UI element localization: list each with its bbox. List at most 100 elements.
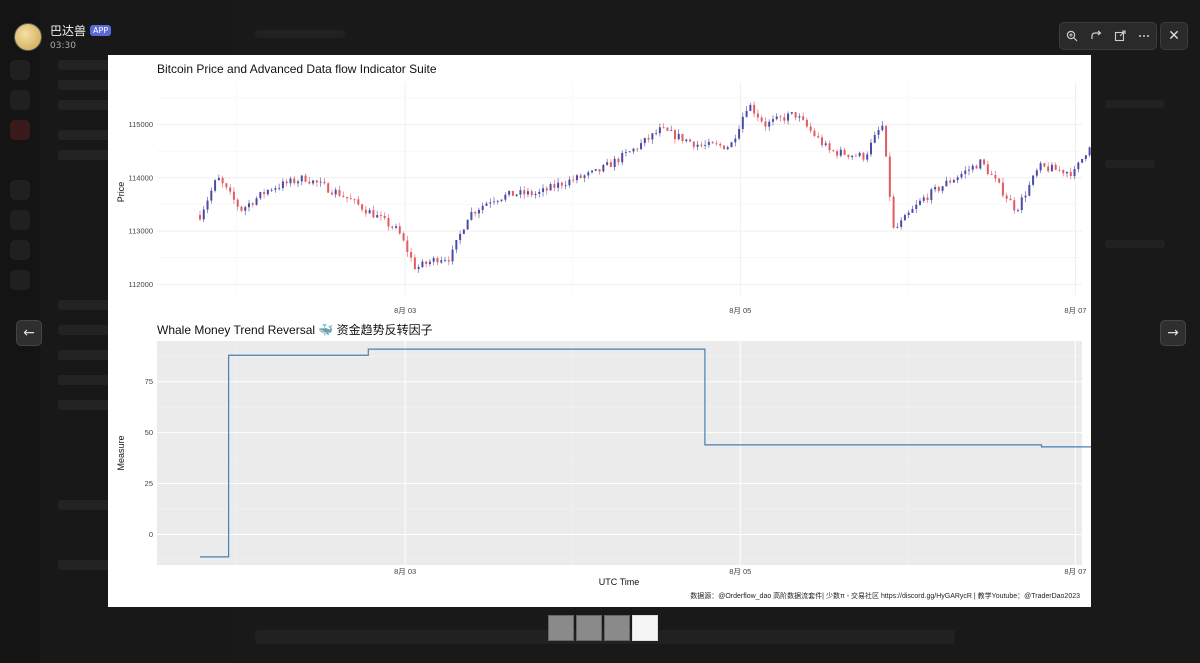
price-candle xyxy=(591,170,594,173)
price-candle xyxy=(278,187,281,189)
price-candle xyxy=(756,113,759,118)
price-candle xyxy=(738,129,741,139)
price-candle xyxy=(1035,170,1038,176)
price-candle xyxy=(711,141,714,144)
price-candle xyxy=(715,143,718,145)
price-candle xyxy=(794,112,797,118)
price-candle xyxy=(647,137,650,140)
price-candle xyxy=(511,190,514,196)
price-candle xyxy=(327,183,330,193)
price-candle xyxy=(304,175,307,182)
price-candle xyxy=(745,110,748,117)
price-candle xyxy=(323,181,326,184)
price-candle xyxy=(229,187,232,192)
price-candle xyxy=(334,189,337,195)
price-candle xyxy=(436,257,439,263)
avatar[interactable] xyxy=(14,22,42,51)
thumbnail-1[interactable] xyxy=(548,615,574,641)
price-candle xyxy=(994,175,997,179)
price-candle xyxy=(210,190,213,201)
price-candle xyxy=(349,198,352,200)
price-candle xyxy=(707,141,710,145)
price-x-ticks: 8月 03 8月 05 8月 07 xyxy=(394,306,1086,315)
price-candle xyxy=(858,152,861,157)
price-candle xyxy=(364,209,367,214)
price-candle xyxy=(903,215,906,221)
price-candle xyxy=(704,144,707,146)
price-candle xyxy=(843,149,846,155)
price-candle xyxy=(560,182,563,186)
price-candle xyxy=(462,229,465,234)
price-candle xyxy=(425,261,428,265)
price-candle xyxy=(451,249,454,262)
price-candle xyxy=(481,205,484,210)
thumbnail-2[interactable] xyxy=(576,615,602,641)
price-candle xyxy=(470,212,473,220)
price-y-tick: 113000 xyxy=(129,227,153,236)
price-candles xyxy=(199,101,1091,273)
price-candle xyxy=(575,175,578,181)
sent-time: 03:30 xyxy=(50,41,76,51)
price-candle xyxy=(930,189,933,201)
rotate-icon[interactable] xyxy=(1086,26,1106,46)
zoom-in-icon[interactable] xyxy=(1062,26,1082,46)
price-candle xyxy=(964,170,967,174)
price-candle xyxy=(564,185,567,187)
price-candle xyxy=(809,126,812,131)
price-candle xyxy=(613,158,616,167)
open-external-icon[interactable] xyxy=(1110,26,1130,46)
price-candle xyxy=(413,257,416,270)
price-candle xyxy=(768,121,771,127)
price-candle xyxy=(1066,171,1069,174)
whale-y-tick: 50 xyxy=(145,428,153,437)
price-candle xyxy=(602,164,605,172)
price-candle xyxy=(270,189,273,191)
price-candle xyxy=(338,189,341,196)
price-candle xyxy=(1077,162,1080,170)
price-candle xyxy=(357,199,360,205)
price-candle xyxy=(523,190,526,195)
price-candle xyxy=(466,219,469,230)
price-candle xyxy=(673,130,676,140)
next-image-button[interactable]: → xyxy=(1160,320,1186,346)
price-candle xyxy=(967,169,970,171)
price-candle xyxy=(346,196,349,199)
whale-y-ticks: 0 25 50 75 xyxy=(145,377,153,539)
price-candle xyxy=(986,164,989,175)
whale-y-tick: 75 xyxy=(145,377,153,386)
whale-plot-background xyxy=(157,341,1082,565)
price-candle xyxy=(847,154,850,158)
thumbnail-4[interactable] xyxy=(632,615,658,641)
price-candle xyxy=(251,203,254,205)
price-candle xyxy=(960,173,963,178)
price-candle xyxy=(730,142,733,148)
price-candle xyxy=(692,141,695,147)
more-icon[interactable] xyxy=(1134,26,1154,46)
previous-image-button[interactable]: ← xyxy=(16,320,42,346)
price-candle xyxy=(926,197,929,201)
thumbnail-3[interactable] xyxy=(604,615,630,641)
price-candle xyxy=(221,177,224,184)
price-candle xyxy=(1069,171,1072,177)
price-candle xyxy=(907,212,910,216)
price-candle xyxy=(515,194,518,196)
price-candle xyxy=(934,187,937,190)
close-icon[interactable]: ✕ xyxy=(1160,22,1188,50)
price-candle xyxy=(1058,169,1061,171)
price-candle xyxy=(379,215,382,216)
price-candle xyxy=(813,130,816,137)
price-candle xyxy=(621,152,624,163)
whale-x-tick: 8月 07 xyxy=(1064,567,1086,576)
price-candle xyxy=(330,192,333,195)
price-candle xyxy=(1001,182,1004,196)
price-candle xyxy=(236,199,239,207)
price-candle xyxy=(485,203,488,206)
price-candle xyxy=(232,191,235,200)
price-candle xyxy=(285,181,288,184)
price-candle xyxy=(1005,195,1008,199)
price-x-tick: 8月 03 xyxy=(394,306,416,315)
price-candle xyxy=(1054,164,1057,170)
charts-svg: Bitcoin Price and Advanced Data flow Ind… xyxy=(116,62,1091,600)
price-candle xyxy=(640,143,643,150)
price-candle xyxy=(444,259,447,261)
